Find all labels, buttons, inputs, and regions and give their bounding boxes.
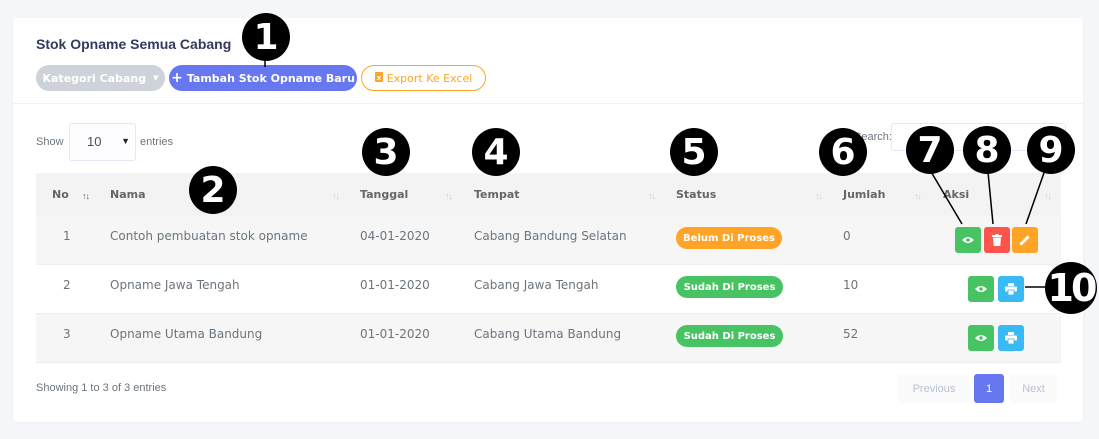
annotation-marker-10: 10 xyxy=(1045,262,1097,314)
annotation-marker-5: 5 xyxy=(670,128,718,176)
annotation-marker-1: 1 xyxy=(242,13,290,61)
annotation-lines xyxy=(264,60,1046,288)
annotation-marker-3: 3 xyxy=(362,128,410,176)
annotation-marker-9: 9 xyxy=(1027,126,1075,174)
annotation-marker-6: 6 xyxy=(819,128,867,176)
annotation-marker-4: 4 xyxy=(472,128,520,176)
annotation-marker-7: 7 xyxy=(906,126,954,174)
annotation-marker-8: 8 xyxy=(963,126,1011,174)
annotation-marker-2: 2 xyxy=(189,166,237,214)
